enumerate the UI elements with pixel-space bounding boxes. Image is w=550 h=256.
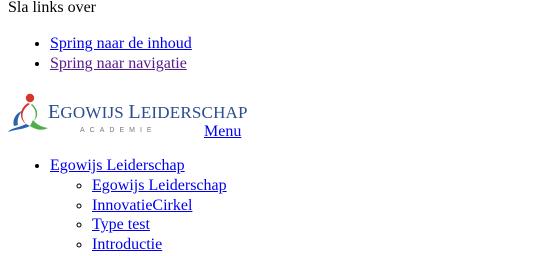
subnav-link-innovatiecirkel[interactable]: InnovatieCirkel	[92, 197, 192, 214]
list-item: Introductie	[92, 235, 227, 255]
menu-toggle-link[interactable]: Menu	[204, 122, 241, 142]
site-logo[interactable]: EGOWIJS LEIDERSCHAP ACADEMIE	[8, 92, 247, 136]
subnav-link-type-test[interactable]: Type test	[92, 216, 150, 233]
list-item: Spring naar de inhoud	[50, 34, 192, 54]
main-navigation: Egowijs Leiderschap Egowijs Leiderschap …	[8, 156, 227, 254]
logo-subtitle: ACADEMIE	[80, 127, 157, 134]
logo-wordmark: EGOWIJS LEIDERSCHAP	[48, 101, 248, 123]
list-item: Spring naar navigatie	[50, 54, 192, 74]
subnav-link-egowijs-leiderschap[interactable]: Egowijs Leiderschap	[92, 177, 227, 194]
subnav-link-introductie[interactable]: Introductie	[92, 236, 162, 253]
list-item: Egowijs Leiderschap	[92, 176, 227, 196]
sub-navigation: Egowijs Leiderschap InnovatieCirkel Type…	[50, 176, 227, 254]
menu-label: Menu	[204, 123, 242, 140]
nav-item: Egowijs Leiderschap Egowijs Leiderschap …	[50, 156, 227, 254]
nav-link-egowijs-leiderschap[interactable]: Egowijs Leiderschap	[50, 157, 185, 174]
logo-emblem-icon	[8, 93, 48, 132]
skip-to-navigation-link[interactable]: Spring naar navigatie	[50, 55, 187, 72]
skip-to-content-link[interactable]: Spring naar de inhoud	[50, 35, 192, 52]
skip-links-heading: Sla links over	[8, 0, 96, 16]
list-item: InnovatieCirkel	[92, 196, 227, 216]
list-item: Type test	[92, 215, 227, 235]
skip-links-list: Spring naar de inhoud Spring naar naviga…	[8, 34, 192, 74]
